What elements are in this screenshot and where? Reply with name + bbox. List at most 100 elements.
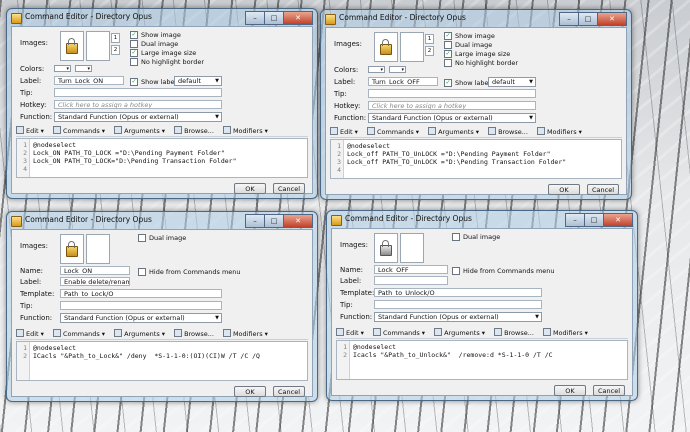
image-well-1[interactable] xyxy=(60,31,84,61)
tip-input[interactable] xyxy=(368,89,536,98)
image-well-1[interactable] xyxy=(374,233,398,263)
maximize-button[interactable]: □ xyxy=(264,214,284,228)
dual-image-checkbox[interactable]: Dual image xyxy=(452,233,500,241)
commands-menu[interactable]: Commands ▾ xyxy=(372,328,425,337)
code-editor[interactable]: 1 @nodeselect 2 ICacls "&Path_to_Lock&" /d… xyxy=(16,341,308,381)
image-well-2[interactable] xyxy=(86,234,110,264)
tip-input[interactable] xyxy=(374,300,542,309)
cancel-button[interactable]: Cancel xyxy=(593,385,625,396)
large-image-checkbox[interactable]: ✓ Large image size xyxy=(130,49,196,57)
image-well-2[interactable] xyxy=(400,32,424,62)
ok-button[interactable]: OK xyxy=(234,386,266,397)
name-input[interactable]: Lock_OFF xyxy=(374,265,448,274)
minimize-button[interactable]: – xyxy=(245,11,265,25)
maximize-button[interactable]: □ xyxy=(578,12,598,26)
minimize-button[interactable]: – xyxy=(245,214,265,228)
image-well-2[interactable] xyxy=(400,233,424,263)
cancel-button[interactable]: Cancel xyxy=(273,386,305,397)
close-button[interactable]: ✕ xyxy=(603,213,633,227)
function-select[interactable]: Standard Function (Opus or external) ▼ xyxy=(368,113,536,123)
image-well-1[interactable] xyxy=(374,32,398,62)
modifiers-menu[interactable]: Modifiers ▾ xyxy=(542,328,588,337)
cancel-button[interactable]: Cancel xyxy=(587,184,619,195)
minimize-button[interactable]: – xyxy=(559,12,579,26)
hide-from-commands-checkbox[interactable]: Hide from Commands menu xyxy=(452,267,555,275)
maximize-button[interactable]: □ xyxy=(264,11,284,25)
no-highlight-checkbox[interactable]: No highlight border xyxy=(444,59,518,67)
title-bar[interactable]: Command Editor - Directory Opus – □ ✕ xyxy=(325,12,627,26)
ok-button[interactable]: OK xyxy=(548,184,580,195)
ok-button[interactable]: OK xyxy=(554,385,586,396)
image-index-2[interactable]: 2 xyxy=(111,45,120,55)
label-input[interactable] xyxy=(374,276,448,285)
function-select[interactable]: Standard Function (Opus or external) ▼ xyxy=(60,313,222,323)
dual-image-checkbox[interactable]: Dual image xyxy=(444,41,492,49)
image-index-1[interactable]: 1 xyxy=(425,34,434,44)
hotkey-input[interactable]: Click here to assign a hotkey xyxy=(368,101,536,110)
title-bar[interactable]: Command Editor - Directory Opus – □ ✕ xyxy=(331,213,633,227)
browse-button[interactable]: Browse... xyxy=(494,328,534,337)
commands-menu[interactable]: Commands ▾ xyxy=(52,126,105,135)
tip-input[interactable] xyxy=(54,88,222,97)
background-color-picker[interactable]: ▾ xyxy=(75,65,92,72)
close-button[interactable]: ✕ xyxy=(283,11,313,25)
browse-button[interactable]: Browse... xyxy=(174,329,214,338)
background-color-picker[interactable]: ▾ xyxy=(389,66,406,73)
show-image-checkbox[interactable]: ✓ Show image xyxy=(130,31,181,39)
close-button[interactable]: ✕ xyxy=(597,12,627,26)
image-index-2[interactable]: 2 xyxy=(425,46,434,56)
template-label: Template: xyxy=(20,290,55,298)
label-input[interactable]: Enable delete/rename pr xyxy=(60,277,130,286)
edit-menu[interactable]: Edit ▾ xyxy=(16,329,44,338)
code-editor[interactable]: 1 @nodeselect 2 Icacls "&Path_to_Unlock&" … xyxy=(336,340,628,380)
tip-input[interactable] xyxy=(60,301,222,310)
cancel-button[interactable]: Cancel xyxy=(273,183,305,194)
image-index-1[interactable]: 1 xyxy=(111,33,120,43)
checkbox-box: ✓ xyxy=(444,32,452,40)
maximize-button[interactable]: □ xyxy=(584,213,604,227)
text-color-picker[interactable]: ▾ xyxy=(368,66,385,73)
edit-menu[interactable]: Edit ▾ xyxy=(336,328,364,337)
arguments-menu[interactable]: Arguments ▾ xyxy=(114,329,165,338)
edit-menu[interactable]: Edit ▾ xyxy=(16,126,44,135)
code-editor[interactable]: 1 @nodeselect 2 Lock_off PATH_TO_UnLOCK ="… xyxy=(330,139,622,179)
ok-button[interactable]: OK xyxy=(234,183,266,194)
dual-image-checkbox[interactable]: Dual image xyxy=(130,40,178,48)
hotkey-input[interactable]: Click here to assign a hotkey xyxy=(54,100,222,109)
template-input[interactable]: Path_to_Lock/O xyxy=(60,289,222,298)
arguments-menu[interactable]: Arguments ▾ xyxy=(428,127,479,136)
no-highlight-checkbox[interactable]: No highlight border xyxy=(130,58,204,66)
function-select[interactable]: Standard Function (Opus or external) ▼ xyxy=(54,112,222,122)
modifiers-menu[interactable]: Modifiers ▾ xyxy=(222,329,268,338)
label-input[interactable]: Turn_Lock_OFF xyxy=(368,77,438,86)
edit-menu[interactable]: Edit ▾ xyxy=(330,127,358,136)
text-color-picker[interactable]: ▾ xyxy=(54,65,71,72)
show-label-checkbox[interactable]: ✓ Show label xyxy=(130,78,176,86)
label-input[interactable]: Turn_Lock_ON xyxy=(54,76,124,85)
title-bar[interactable]: Command Editor - Directory Opus – □ ✕ xyxy=(11,11,313,25)
name-input[interactable]: Lock_ON xyxy=(60,266,130,275)
show-label-select[interactable]: default ▼ xyxy=(174,76,222,86)
show-image-checkbox[interactable]: ✓ Show image xyxy=(444,32,495,40)
dual-image-checkbox[interactable]: Dual image xyxy=(138,234,186,242)
commands-menu[interactable]: Commands ▾ xyxy=(52,329,105,338)
browse-button[interactable]: Browse... xyxy=(488,127,528,136)
modifiers-menu[interactable]: Modifiers ▾ xyxy=(222,126,268,135)
modifiers-menu[interactable]: Modifiers ▾ xyxy=(536,127,582,136)
arguments-menu[interactable]: Arguments ▾ xyxy=(114,126,165,135)
hide-from-commands-checkbox[interactable]: Hide from Commands menu xyxy=(138,268,241,276)
show-label-select[interactable]: default ▼ xyxy=(488,77,536,87)
image-well-2[interactable] xyxy=(86,31,110,61)
image-well-1[interactable] xyxy=(60,234,84,264)
browse-button[interactable]: Browse... xyxy=(174,126,214,135)
large-image-checkbox[interactable]: ✓ Large image size xyxy=(444,50,510,58)
close-button[interactable]: ✕ xyxy=(283,214,313,228)
show-label-checkbox[interactable]: ✓ Show label xyxy=(444,79,490,87)
arguments-menu[interactable]: Arguments ▾ xyxy=(434,328,485,337)
template-input[interactable]: Path_to_Unlock/O xyxy=(374,288,542,297)
title-bar[interactable]: Command Editor - Directory Opus – □ ✕ xyxy=(11,214,313,228)
minimize-button[interactable]: – xyxy=(565,213,585,227)
commands-menu[interactable]: Commands ▾ xyxy=(366,127,419,136)
code-editor[interactable]: 1 @nodeselect 2 Lock_ON PATH_TO_LOCK ="D:\… xyxy=(16,138,308,178)
function-select[interactable]: Standard Function (Opus or external) ▼ xyxy=(374,312,542,322)
